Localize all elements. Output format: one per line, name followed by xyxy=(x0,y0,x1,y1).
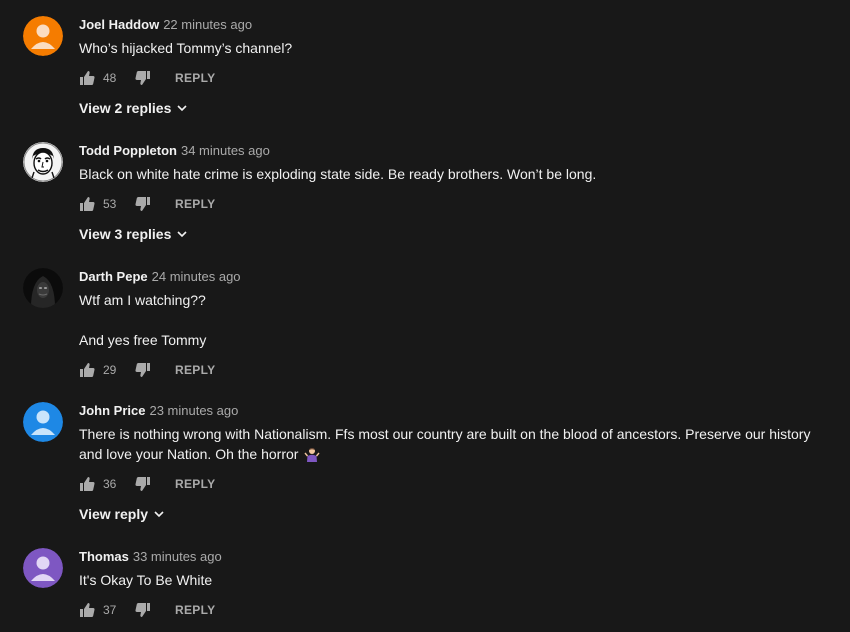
comment-body: John Price 23 minutes ago There is nothin… xyxy=(79,402,830,524)
view-replies-label: View 3 replies xyxy=(79,226,172,242)
thumbs-up-icon[interactable] xyxy=(79,476,95,492)
author-name[interactable]: Darth Pepe xyxy=(79,269,148,284)
comment-text: It's Okay To Be White xyxy=(79,572,213,588)
like-count: 48 xyxy=(103,71,117,85)
reply-button[interactable]: REPLY xyxy=(175,197,215,211)
comment-timestamp[interactable]: 33 minutes ago xyxy=(133,549,222,564)
default-avatar-icon xyxy=(23,402,63,442)
comment-text: Black on white hate crime is exploding s… xyxy=(79,166,597,182)
like-count: 53 xyxy=(103,197,117,211)
thumbs-up-icon[interactable] xyxy=(79,602,95,618)
author-name[interactable]: Thomas xyxy=(79,549,129,564)
author-name[interactable]: Joel Haddow xyxy=(79,17,159,32)
reply-button[interactable]: REPLY xyxy=(175,603,215,617)
view-replies-label: View reply xyxy=(79,506,149,522)
view-replies-button[interactable]: View reply xyxy=(79,504,165,524)
comment-header: Todd Poppleton 34 minutes ago xyxy=(79,142,830,160)
thumbs-up-icon[interactable] xyxy=(79,362,95,378)
avatar[interactable] xyxy=(23,16,63,56)
comment-header: John Price 23 minutes ago xyxy=(79,402,830,420)
comments-section: Joel Haddow 22 minutes ago Who’s hijacked… xyxy=(0,0,850,632)
comment-actions: 37 REPLY xyxy=(79,598,830,622)
comment-actions: 36 REPLY xyxy=(79,472,830,496)
view-replies-button[interactable]: View 2 replies xyxy=(79,98,188,118)
comment-text: Wtf am I watching?? And yes free Tommy xyxy=(79,292,207,348)
thumbs-down-icon[interactable] xyxy=(135,362,151,378)
thumbs-up-icon[interactable] xyxy=(79,70,95,86)
profile-photo-icon xyxy=(23,142,63,182)
comment-body: Darth Pepe 24 minutes ago Wtf am I watchi… xyxy=(79,268,830,382)
reply-button[interactable]: REPLY xyxy=(175,477,215,491)
reply-button[interactable]: REPLY xyxy=(175,363,215,377)
person-shrugging-emoji-icon xyxy=(304,448,320,462)
profile-photo-icon xyxy=(23,268,63,308)
comment-text: Who’s hijacked Tommy’s channel? xyxy=(79,40,293,56)
comment-header: Thomas 33 minutes ago xyxy=(79,548,830,566)
author-name[interactable]: John Price xyxy=(79,403,145,418)
comment-body: Thomas 33 minutes ago It's Okay To Be Whi… xyxy=(79,548,830,622)
default-avatar-icon xyxy=(23,548,63,588)
chevron-down-icon xyxy=(177,231,187,238)
chevron-down-icon xyxy=(154,511,164,518)
comment-text-block: There is nothing wrong with Nationalism.… xyxy=(79,424,830,464)
thumbs-up-icon[interactable] xyxy=(79,196,95,212)
thumbs-down-icon[interactable] xyxy=(135,196,151,212)
default-avatar-icon xyxy=(23,16,63,56)
comment-actions: 53 REPLY xyxy=(79,192,830,216)
like-count: 36 xyxy=(103,477,117,491)
avatar[interactable] xyxy=(23,268,63,308)
avatar[interactable] xyxy=(23,142,63,182)
comment-actions: 48 REPLY xyxy=(79,66,830,90)
like-count: 37 xyxy=(103,603,117,617)
thumbs-down-icon[interactable] xyxy=(135,70,151,86)
avatar[interactable] xyxy=(23,548,63,588)
like-count: 29 xyxy=(103,363,117,377)
comment-text: There is nothing wrong with Nationalism.… xyxy=(79,426,815,462)
comment-header: Darth Pepe 24 minutes ago xyxy=(79,268,830,286)
comment-actions: 29 REPLY xyxy=(79,358,830,382)
comment-body: Todd Poppleton 34 minutes ago Black on wh… xyxy=(79,142,830,244)
thumbs-down-icon[interactable] xyxy=(135,602,151,618)
reply-button[interactable]: REPLY xyxy=(175,71,215,85)
view-replies-label: View 2 replies xyxy=(79,100,172,116)
comment-timestamp[interactable]: 22 minutes ago xyxy=(163,17,252,32)
comment-timestamp[interactable]: 24 minutes ago xyxy=(152,269,241,284)
comment-timestamp[interactable]: 34 minutes ago xyxy=(181,143,270,158)
thumbs-down-icon[interactable] xyxy=(135,476,151,492)
comment-body: Joel Haddow 22 minutes ago Who’s hijacked… xyxy=(79,16,830,118)
author-name[interactable]: Todd Poppleton xyxy=(79,143,177,158)
view-replies-button[interactable]: View 3 replies xyxy=(79,224,188,244)
chevron-down-icon xyxy=(177,105,187,112)
avatar[interactable] xyxy=(23,402,63,442)
comment-timestamp[interactable]: 23 minutes ago xyxy=(149,403,238,418)
comment-header: Joel Haddow 22 minutes ago xyxy=(79,16,830,34)
